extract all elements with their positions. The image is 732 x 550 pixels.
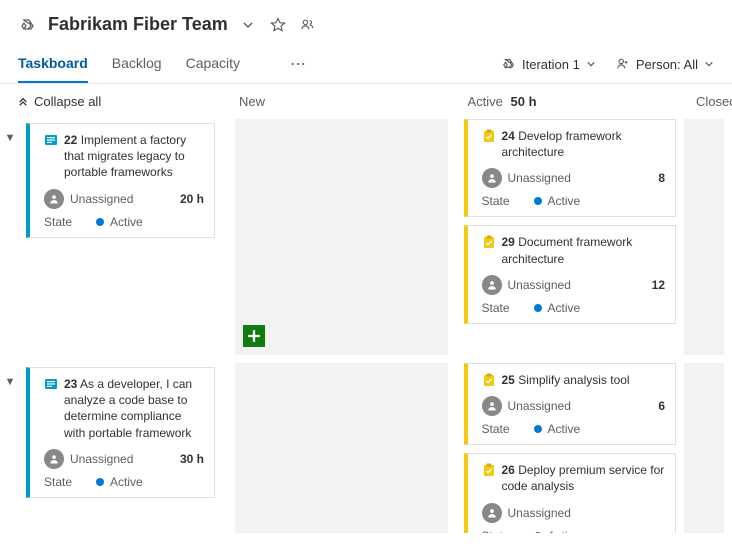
person-picker[interactable]: Person: All	[616, 57, 714, 72]
assignee-label: Unassigned	[508, 278, 646, 292]
assignee-label: Unassigned	[70, 192, 174, 206]
work-item-id: 22	[64, 133, 77, 147]
collapse-toggle-icon[interactable]	[6, 373, 16, 389]
work-item-id: 24	[502, 129, 515, 143]
swimlane: 22 Implement a factory that migrates leg…	[0, 119, 732, 363]
swimlane: 23 As a developer, I can analyze a code …	[0, 363, 732, 533]
task-card[interactable]: 24 Develop framework architecture Unassi…	[464, 119, 677, 217]
column-header-closed: Closed	[682, 84, 732, 119]
work-item-id: 26	[502, 463, 515, 477]
assignee-label: Unassigned	[70, 452, 174, 466]
iteration-picker[interactable]: Iteration 1	[502, 57, 596, 72]
active-total-hours: 50 h	[511, 94, 537, 109]
work-item-id: 29	[502, 235, 515, 249]
pbi-icon	[44, 377, 58, 391]
state-dot-icon	[534, 425, 542, 433]
work-item-title: Implement a factory that migrates legacy…	[64, 133, 186, 179]
task-card[interactable]: 25 Simplify analysis tool Unassigned 6 S…	[464, 363, 677, 445]
unassigned-avatar-icon	[44, 189, 64, 209]
task-icon	[482, 373, 496, 387]
state-label: State	[482, 194, 510, 208]
backlog-card[interactable]: 22 Implement a factory that migrates leg…	[26, 123, 215, 238]
assignee-label: Unassigned	[508, 506, 660, 520]
task-icon	[482, 129, 496, 143]
work-item-title: Develop framework architecture	[502, 129, 622, 159]
state-label: State	[482, 301, 510, 315]
work-item-id: 23	[64, 377, 77, 391]
star-icon[interactable]	[268, 15, 288, 35]
state-label: State	[44, 215, 72, 229]
state-dot-icon	[534, 304, 542, 312]
column-closed-cell[interactable]	[684, 363, 724, 533]
state-value: Active	[548, 301, 581, 315]
work-item-title: Deploy premium service for code analysis	[502, 463, 665, 493]
collapse-all-button[interactable]: Collapse all	[0, 84, 225, 119]
state-value: Active	[110, 215, 143, 229]
work-item-title: Document framework architecture	[502, 235, 633, 265]
more-icon[interactable]: ⋯	[284, 48, 314, 80]
assignee-label: Unassigned	[508, 171, 653, 185]
add-task-button[interactable]	[243, 325, 265, 347]
tab-taskboard[interactable]: Taskboard	[18, 45, 88, 83]
unassigned-avatar-icon	[482, 503, 502, 523]
column-header-active: Active 50 h	[454, 84, 683, 119]
state-dot-icon	[534, 532, 542, 533]
taskboard: Collapse all New Active 50 h Closed	[0, 84, 732, 534]
state-value: Active	[548, 529, 581, 533]
state-value: Active	[548, 194, 581, 208]
unassigned-avatar-icon	[482, 396, 502, 416]
swimlanes: 22 Implement a factory that migrates leg…	[0, 119, 732, 533]
task-icon	[482, 235, 496, 249]
task-icon	[482, 463, 496, 477]
state-dot-icon	[96, 218, 104, 226]
state-label: State	[482, 422, 510, 436]
unassigned-avatar-icon	[44, 449, 64, 469]
state-value: Active	[110, 475, 143, 489]
work-item-title: Simplify analysis tool	[518, 373, 629, 387]
state-dot-icon	[96, 478, 104, 486]
backlog-card[interactable]: 23 As a developer, I can analyze a code …	[26, 367, 215, 498]
column-new-cell[interactable]	[235, 119, 448, 355]
remaining-hours: 8	[658, 171, 665, 185]
task-card[interactable]: 26 Deploy premium service for code analy…	[464, 453, 677, 533]
work-item-id: 25	[502, 373, 515, 387]
unassigned-avatar-icon	[482, 168, 502, 188]
chevron-down-icon[interactable]	[238, 15, 258, 35]
column-header-new: New	[225, 84, 454, 119]
assignee-label: Unassigned	[508, 399, 653, 413]
remaining-hours: 20 h	[180, 192, 204, 206]
iteration-label: Iteration 1	[522, 57, 580, 72]
column-active-cell[interactable]: 24 Develop framework architecture Unassi…	[456, 119, 685, 363]
tab-capacity[interactable]: Capacity	[186, 45, 240, 83]
column-closed-cell[interactable]	[684, 119, 724, 355]
collapse-toggle-icon[interactable]	[6, 129, 16, 145]
task-card[interactable]: 29 Document framework architecture Unass…	[464, 225, 677, 323]
state-label: State	[44, 475, 72, 489]
state-dot-icon	[534, 197, 542, 205]
team-members-icon[interactable]	[298, 15, 318, 35]
collapse-icon	[18, 97, 28, 107]
chevron-down-icon	[586, 59, 596, 69]
column-new-cell[interactable]	[235, 363, 448, 533]
recycle-icon	[18, 15, 38, 35]
remaining-hours: 30 h	[180, 452, 204, 466]
remaining-hours: 6	[658, 399, 665, 413]
tabs-row: Taskboard Backlog Capacity ⋯ Iteration 1…	[0, 45, 732, 84]
person-label: Person: All	[636, 57, 698, 72]
state-value: Active	[548, 422, 581, 436]
remaining-hours: 12	[652, 278, 665, 292]
column-active-cell[interactable]: 25 Simplify analysis tool Unassigned 6 S…	[456, 363, 685, 533]
page-header: Fabrikam Fiber Team	[0, 0, 732, 45]
pbi-icon	[44, 133, 58, 147]
unassigned-avatar-icon	[482, 275, 502, 295]
state-label: State	[482, 529, 510, 533]
chevron-down-icon	[704, 59, 714, 69]
work-item-title: As a developer, I can analyze a code bas…	[64, 377, 192, 440]
team-title: Fabrikam Fiber Team	[48, 14, 228, 35]
tab-backlog[interactable]: Backlog	[112, 45, 162, 83]
